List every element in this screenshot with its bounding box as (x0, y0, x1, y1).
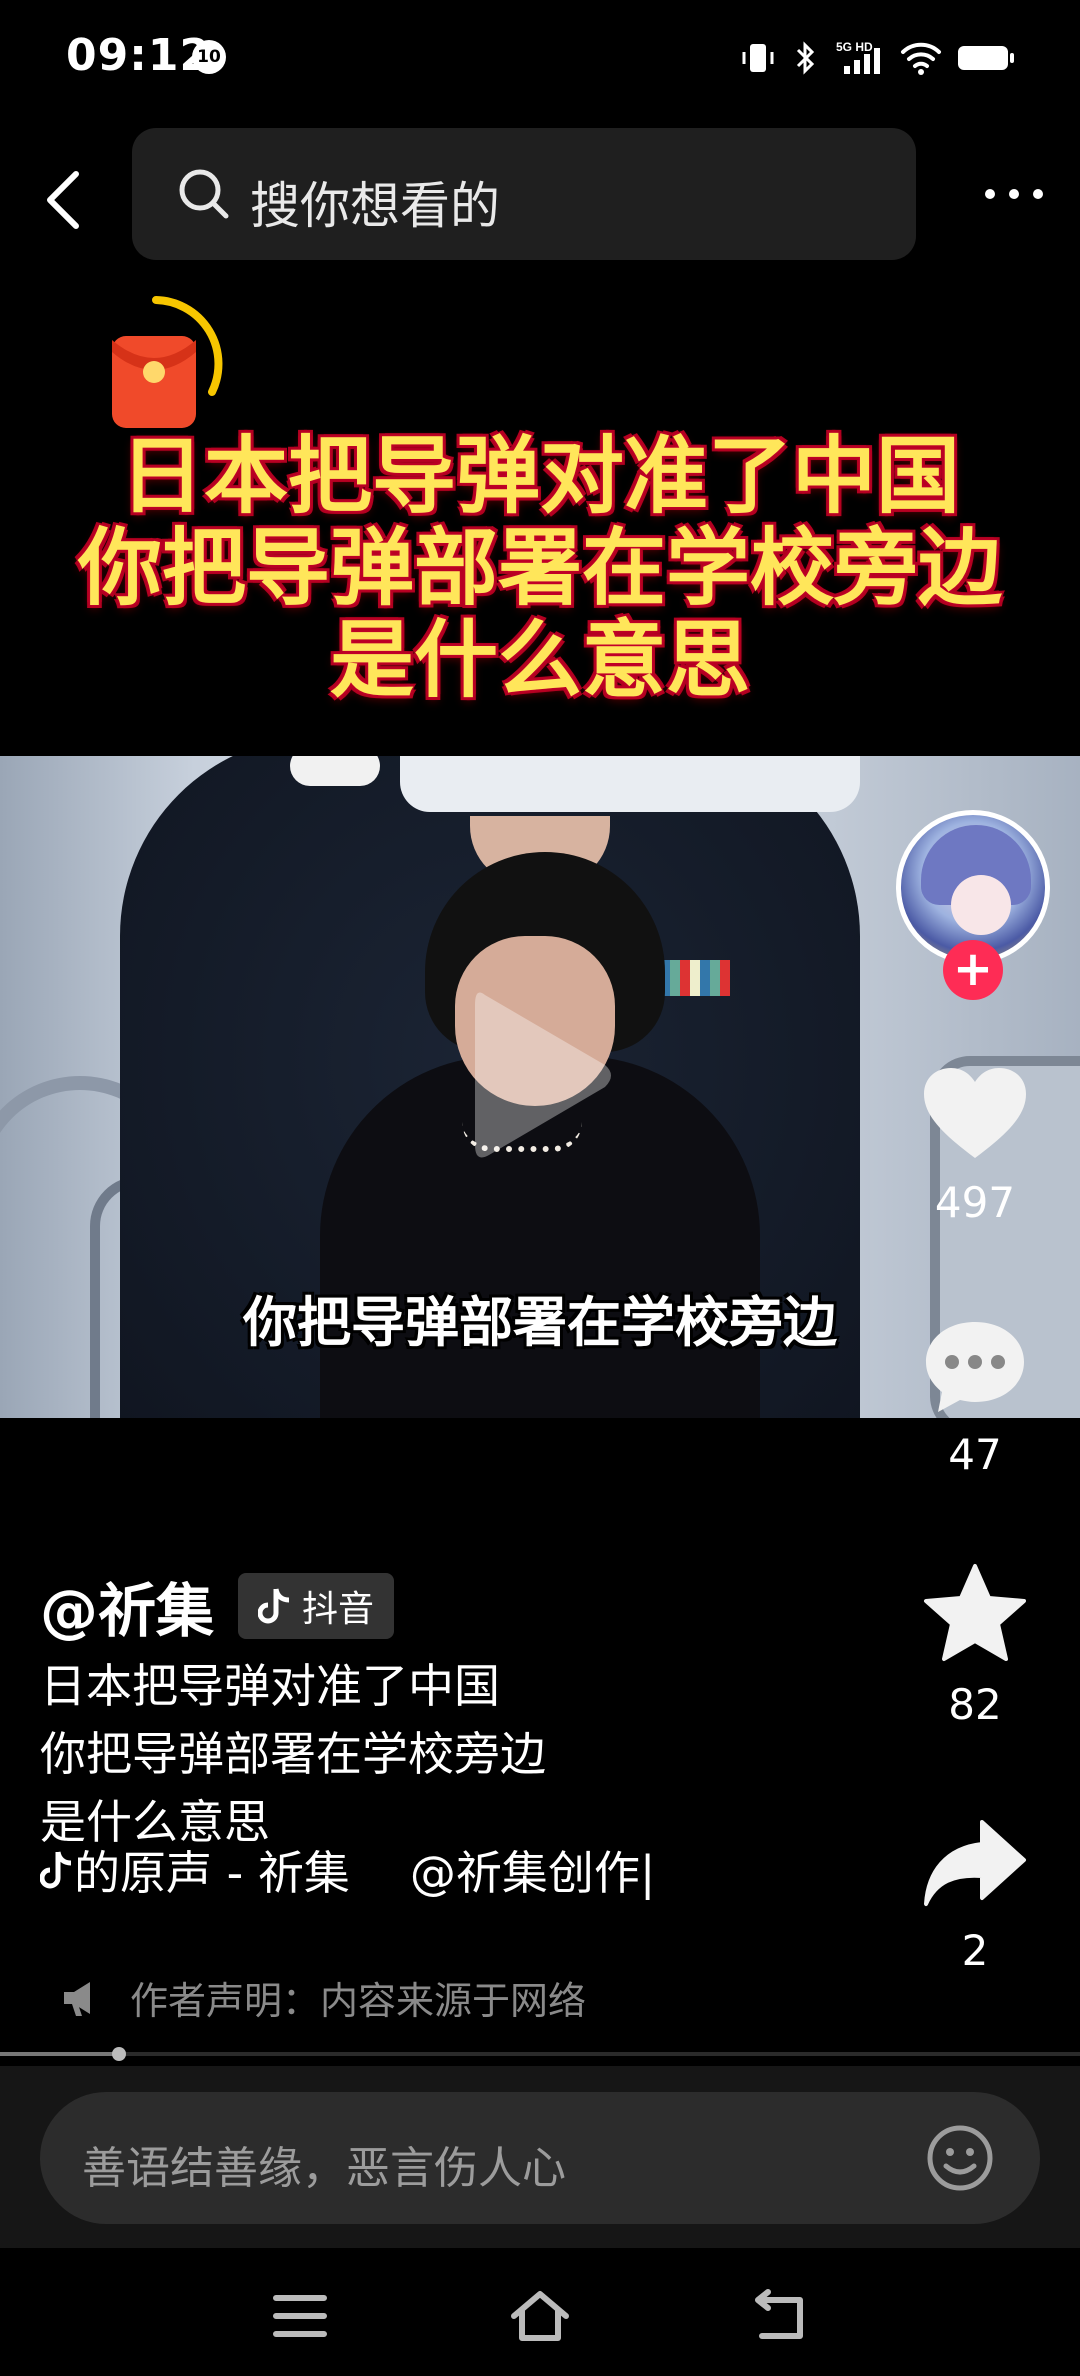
author-declaration: 作者声明：内容来源于网络 (60, 1970, 586, 2025)
play-icon[interactable] (455, 975, 625, 1175)
star-icon (924, 1564, 1026, 1661)
progress-fill (0, 2052, 119, 2056)
like-action[interactable]: 497 (900, 1064, 1050, 1227)
post-description[interactable]: 日本把导弹对准了中国 你把导弹部署在学校旁边 是什么意思 (40, 1652, 546, 1856)
status-icons: 5G HD (738, 36, 1016, 80)
comment-count: 47 (948, 1430, 1002, 1479)
heart-icon (924, 1068, 1026, 1158)
music-note-icon (40, 1851, 72, 1889)
share-action[interactable]: 2 (900, 1816, 1050, 1975)
officer-cap (400, 756, 860, 812)
comment-input[interactable]: 善语结善缘，恶言伤人心 (40, 2092, 1040, 2224)
search-bar[interactable]: 搜你想看的 (132, 128, 916, 260)
comment-placeholder: 善语结善缘，恶言伤人心 (82, 2143, 566, 2194)
music-marquee[interactable]: 的原声 - 祈集 @祈集创作| (40, 1838, 700, 1902)
avatar-face (951, 875, 1011, 935)
music-credit: @祈集创作| (409, 1846, 656, 1900)
network-label: 5G HD (836, 40, 873, 54)
menu-icon[interactable] (268, 2288, 332, 2344)
video-title-overlay: 日本把导弹对准了中国 你把导弹部署在学校旁边 是什么意思 (40, 430, 1040, 706)
bluetooth-icon (796, 41, 815, 75)
search-icon (179, 169, 229, 219)
notification-badge: 10 (192, 40, 226, 74)
comment-action[interactable]: 47 (900, 1316, 1050, 1479)
follow-button[interactable]: + (943, 940, 1003, 1000)
megaphone-icon (64, 1981, 90, 2016)
favorite-action[interactable]: 82 (900, 1562, 1050, 1729)
back-nav-icon[interactable] (748, 2288, 812, 2344)
saluting-glove (290, 756, 380, 786)
vibrate-icon (742, 44, 774, 72)
author-name[interactable]: @祈集 (40, 1564, 214, 1648)
favorite-count: 82 (948, 1680, 1002, 1729)
like-count: 497 (934, 1178, 1016, 1227)
douyin-note-icon (258, 1588, 290, 1624)
system-nav-bar (0, 2248, 1080, 2376)
more-options-button[interactable] (978, 174, 1050, 214)
home-icon[interactable] (508, 2288, 572, 2344)
platform-badge: 抖音 (238, 1573, 395, 1639)
red-envelope-icon[interactable] (108, 292, 244, 444)
screen: 09:12 10 5G HD 搜你想看的 日本把导弹对准了中国 你把导弹部署在学… (0, 0, 1080, 2376)
search-placeholder: 搜你想看的 (250, 177, 500, 235)
author-row: @祈集 抖音 (40, 1564, 395, 1648)
emoji-icon[interactable] (924, 2122, 996, 2194)
battery-icon (958, 46, 1014, 70)
comment-bubble-icon (926, 1322, 1024, 1412)
video-progress-bar[interactable] (0, 2047, 1080, 2061)
video-title-line-2: 你把导弹部署在学校旁边 (77, 519, 1002, 617)
progress-knob[interactable] (111, 2047, 126, 2061)
video-title-line-3: 是什么意思 (329, 611, 750, 709)
status-time: 09:12 (66, 30, 212, 81)
music-title: 的原声 - 祈集 (74, 1846, 350, 1900)
wifi-icon (901, 42, 941, 75)
signal-icon: 5G HD (836, 40, 880, 74)
status-bar: 09:12 10 5G HD (0, 0, 1080, 115)
share-arrow-icon (924, 1820, 1026, 1906)
platform-badge-label: 抖音 (302, 1589, 375, 1630)
share-count: 2 (961, 1926, 989, 1975)
declaration-text: 作者声明：内容来源于网络 (130, 1979, 587, 2023)
video-title-line-1: 日本把导弹对准了中国 (119, 427, 960, 525)
back-button[interactable] (30, 160, 110, 240)
